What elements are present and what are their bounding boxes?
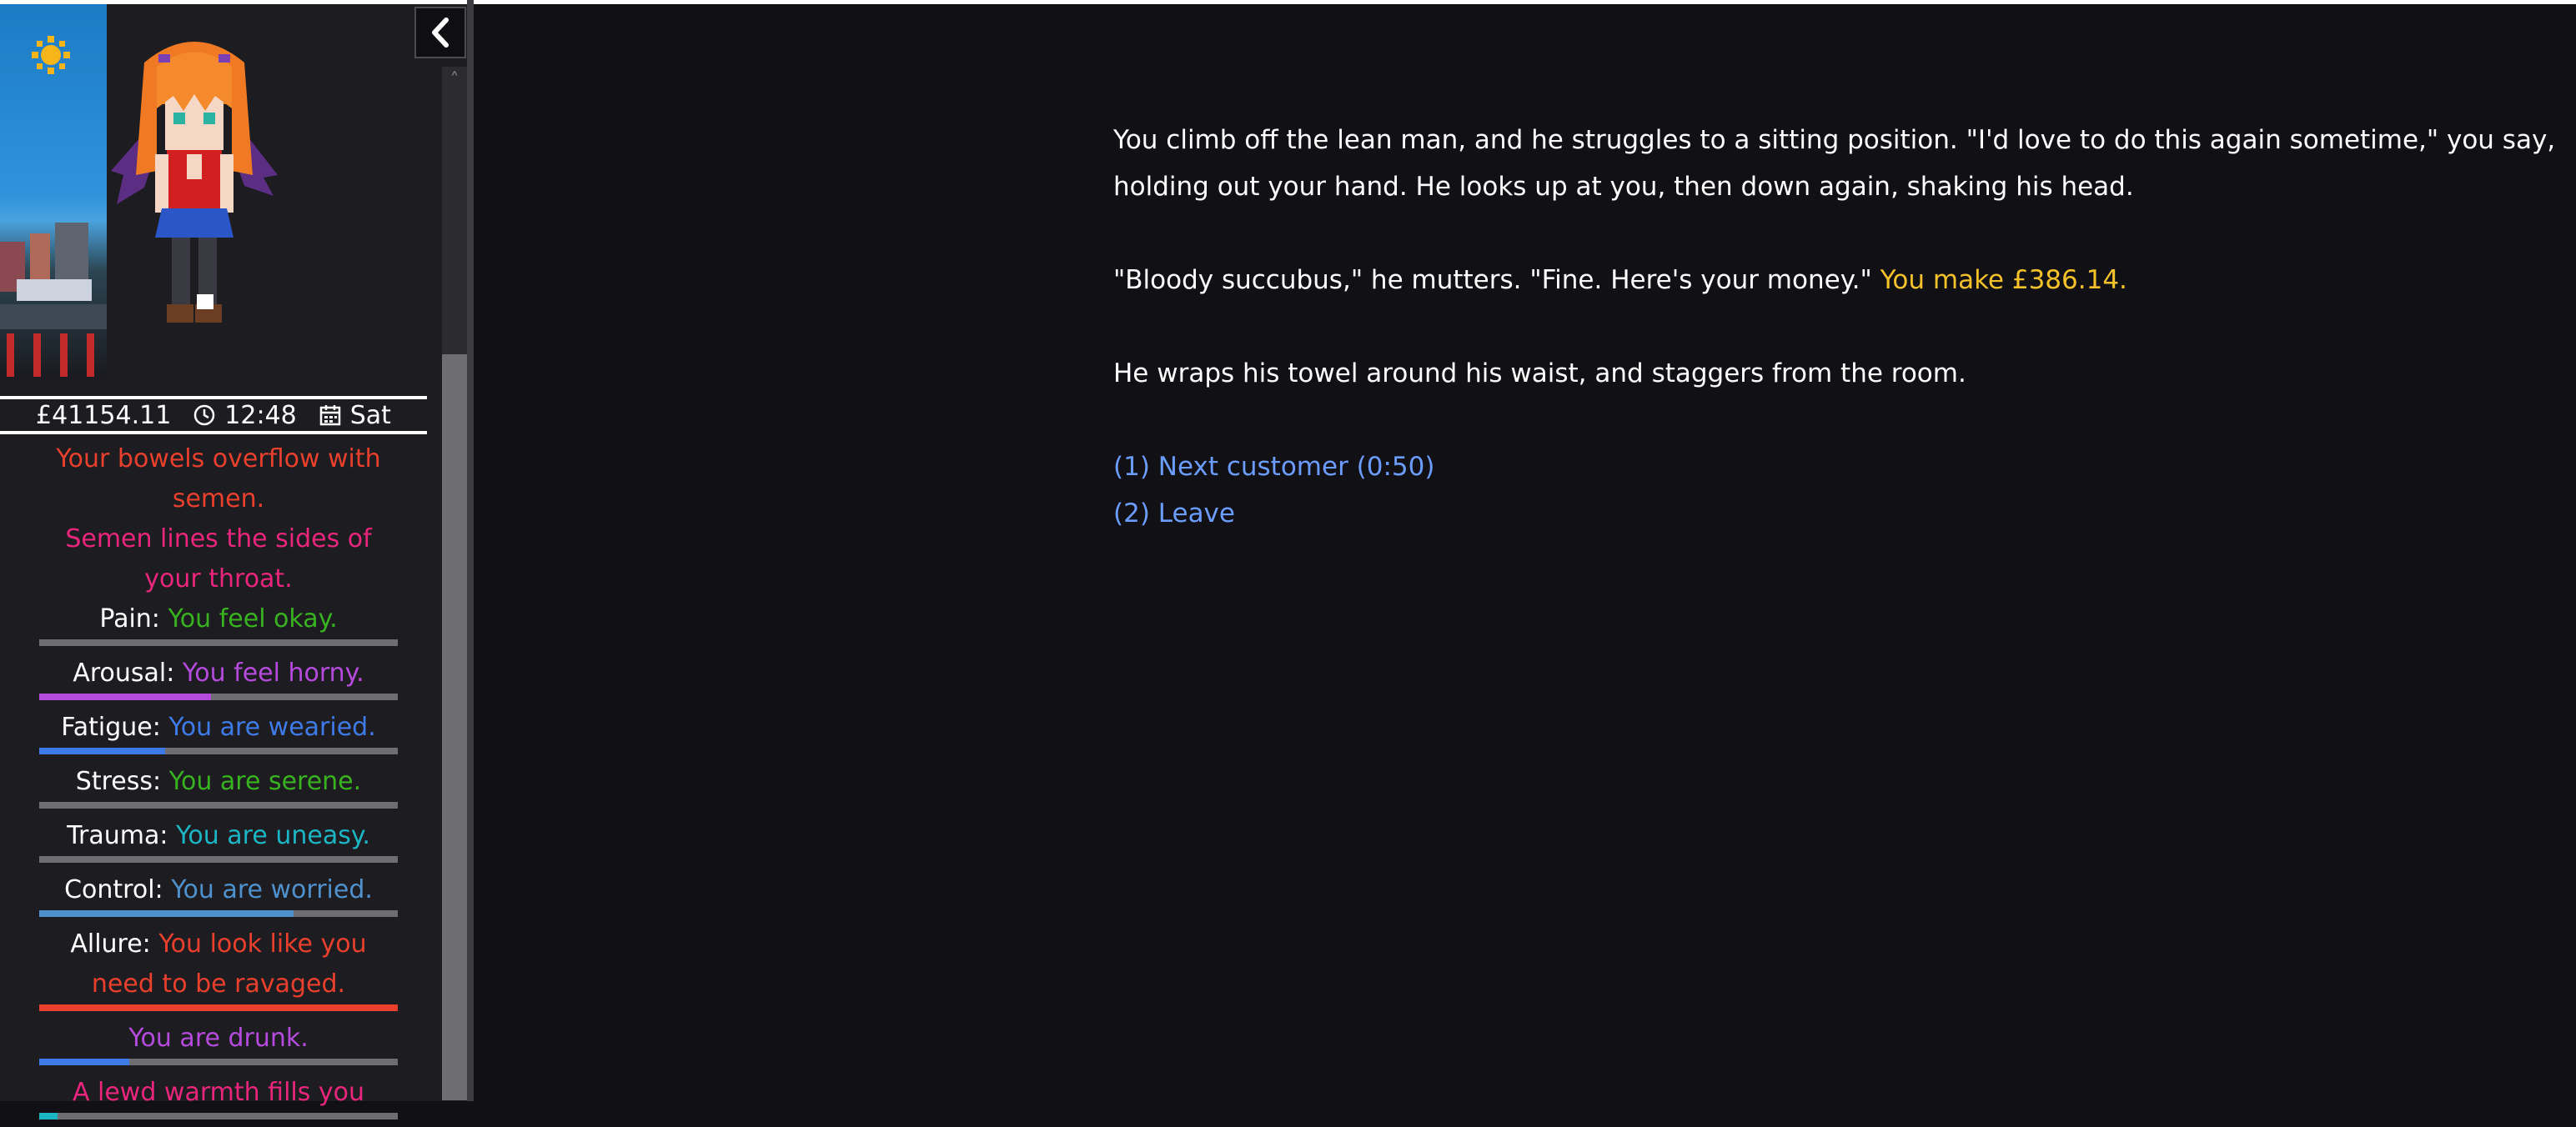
city-vehicle (17, 279, 92, 301)
stat-bar (39, 639, 398, 646)
stat-value: You are wearied. (168, 713, 376, 742)
stat-bar-fill (39, 748, 165, 754)
stat-bar (39, 802, 398, 809)
stat-fatigue: Fatigue: You are wearied. (39, 708, 398, 754)
sun-icon (32, 36, 70, 74)
choice-next-customer-link[interactable]: (1) Next customer (0:50) (1113, 443, 2564, 490)
barrier-post (33, 333, 41, 377)
stats-panel: Your bowels overflow with semen. Semen l… (0, 439, 437, 1127)
story-paragraph: He wraps his towel around his waist, and… (1113, 358, 1966, 388)
status-bar-fill (39, 1113, 58, 1119)
stat-bar (39, 856, 398, 863)
clock-icon (194, 404, 215, 426)
character-sprite (111, 42, 278, 323)
stat-label: Stress: (75, 767, 162, 796)
stat-allure: Allure: You look like you need to be rav… (39, 924, 398, 1011)
sidebar-scroll-thumb[interactable] (442, 354, 467, 1100)
stat-bar (39, 1004, 398, 1011)
status-lewd-warmth: A lewd warmth fills you (39, 1073, 398, 1119)
money-earned: You make £386.14. (1880, 265, 2127, 295)
stat-trauma: Trauma: You are uneasy. (39, 816, 398, 863)
barrier-post (60, 333, 68, 377)
stat-arousal: Arousal: You feel horny. (39, 654, 398, 700)
status-message: Semen lines the sides of your throat. (65, 524, 372, 594)
barrier-post (87, 333, 94, 377)
stat-bar (39, 748, 398, 754)
story-paragraph: You climb off the lean man, and he strug… (1113, 125, 2556, 202)
status-value: You are drunk. (128, 1024, 309, 1053)
status-value: A lewd warmth fills you (72, 1078, 365, 1107)
stat-bar (39, 910, 398, 917)
status-bar: £41154.11 12:48 Sat (0, 396, 427, 434)
stat-bar-fill (39, 1004, 398, 1011)
stat-label: Control: (64, 875, 163, 904)
status-bar (39, 1059, 398, 1065)
stat-bar-fill (39, 910, 294, 917)
status-drunk: You are drunk. (39, 1019, 398, 1065)
stat-label: Fatigue: (61, 713, 161, 742)
stat-value: You are uneasy. (176, 821, 370, 850)
calendar-icon (319, 405, 340, 426)
sidebar-divider (467, 0, 474, 1101)
stat-pain: Pain: You feel okay. (39, 599, 398, 646)
time-value: 12:48 (224, 400, 297, 430)
money-display: £41154.11 (36, 401, 171, 430)
choice-leave-link[interactable]: (2) Leave (1113, 490, 2564, 537)
avatar-panel (0, 4, 425, 379)
stat-label: Allure: (70, 929, 151, 959)
stat-control: Control: You are worried. (39, 870, 398, 917)
stat-value: You feel horny. (182, 659, 364, 688)
story-paragraph: "Bloody succubus," he mutters. "Fine. He… (1113, 257, 2564, 303)
stat-label: Arousal: (73, 659, 175, 688)
story-panel: You climb off the lean man, and he strug… (1113, 117, 2564, 537)
story-text: "Bloody succubus," he mutters. "Fine. He… (1113, 265, 1872, 295)
collapse-sidebar-button[interactable] (414, 7, 466, 58)
weather-window (0, 4, 107, 379)
money-value: £41154.11 (36, 400, 172, 430)
barrier-post (7, 333, 14, 377)
stat-label: Trauma: (67, 821, 168, 850)
status-message: Your bowels overflow with semen. (56, 444, 381, 513)
scroll-up-arrow-icon[interactable]: ˄ (442, 70, 467, 92)
stat-value: You are serene. (168, 767, 362, 796)
day-value: Sat (349, 400, 391, 430)
day-display: Sat (319, 401, 391, 430)
city-building (30, 233, 50, 279)
stat-value: You feel okay. (168, 604, 338, 634)
time-display: 12:48 (193, 400, 297, 430)
stat-value: You are worried. (171, 875, 373, 904)
status-bar-fill (39, 1059, 129, 1065)
chevron-left-icon (432, 18, 449, 48)
stat-label: Pain: (99, 604, 160, 634)
stat-stress: Stress: You are serene. (39, 762, 398, 809)
stat-bar (39, 694, 398, 700)
status-bar (39, 1113, 398, 1119)
stat-bar-fill (39, 694, 212, 700)
sidebar: £41154.11 12:48 Sat Your bowels overflow… (0, 4, 467, 1119)
city-road (0, 304, 107, 329)
